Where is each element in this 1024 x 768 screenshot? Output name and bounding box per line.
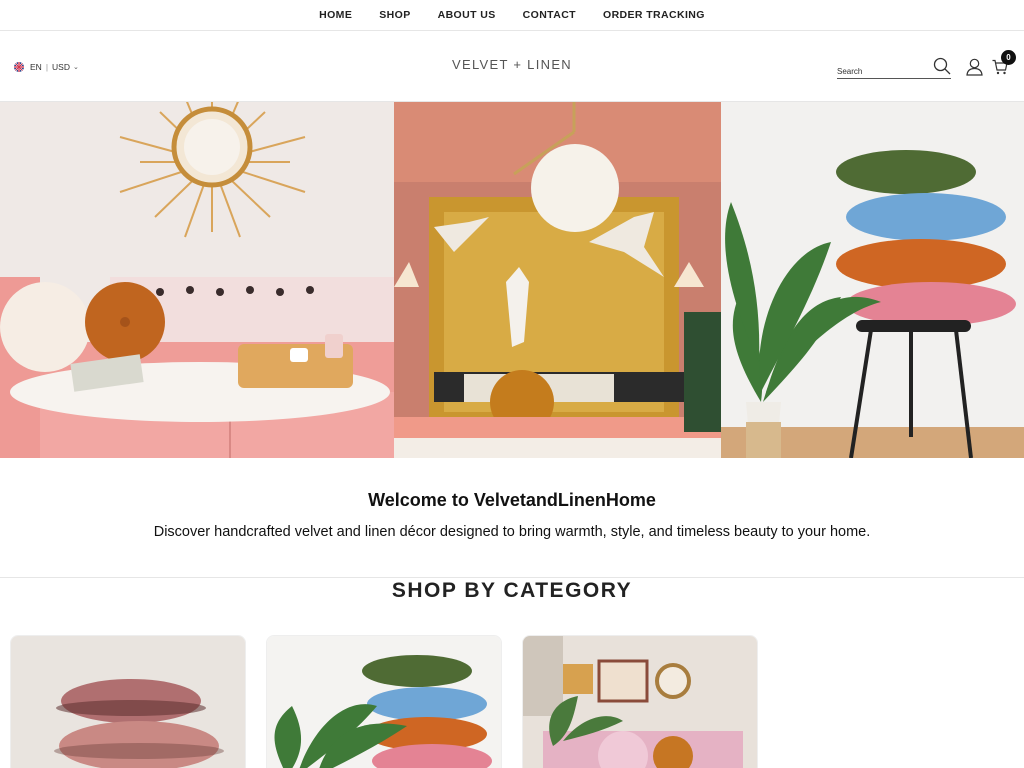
search-icon[interactable] [933,57,951,75]
hero-banner [0,102,1024,458]
hero-image-living-room[interactable] [0,102,394,458]
search-bar [837,57,951,80]
nav-contact-link[interactable]: CONTACT [523,9,576,21]
nav-shop-link[interactable]: SHOP [379,9,410,21]
category-card-velvet-cushions[interactable] [10,635,246,768]
search-input[interactable] [837,63,929,80]
category-card-colorful-cushions[interactable] [266,635,502,768]
section-divider [0,577,1024,578]
nav-home-link[interactable]: HOME [319,9,352,21]
user-icon[interactable] [966,58,983,76]
nav-order-tracking-link[interactable]: ORDER TRACKING [603,9,705,21]
welcome-title: Welcome to VelvetandLinenHome [368,490,656,510]
cart-count-badge: 0 [1001,50,1016,65]
top-navigation: HOME SHOP ABOUT US CONTACT ORDER TRACKIN… [0,0,1024,31]
shop-by-category-title: SHOP BY CATEGORY [391,579,633,602]
welcome-text: Discover handcrafted velvet and linen dé… [153,524,871,540]
category-card-room-decor[interactable] [522,635,758,768]
site-header: EN | USD ⌄ VELVET + LINEN 0 [0,31,1024,102]
hero-image-cushion-stack[interactable] [721,102,1024,458]
hero-image-bedroom[interactable] [394,102,721,458]
nav-about-us-link[interactable]: ABOUT US [438,9,496,21]
